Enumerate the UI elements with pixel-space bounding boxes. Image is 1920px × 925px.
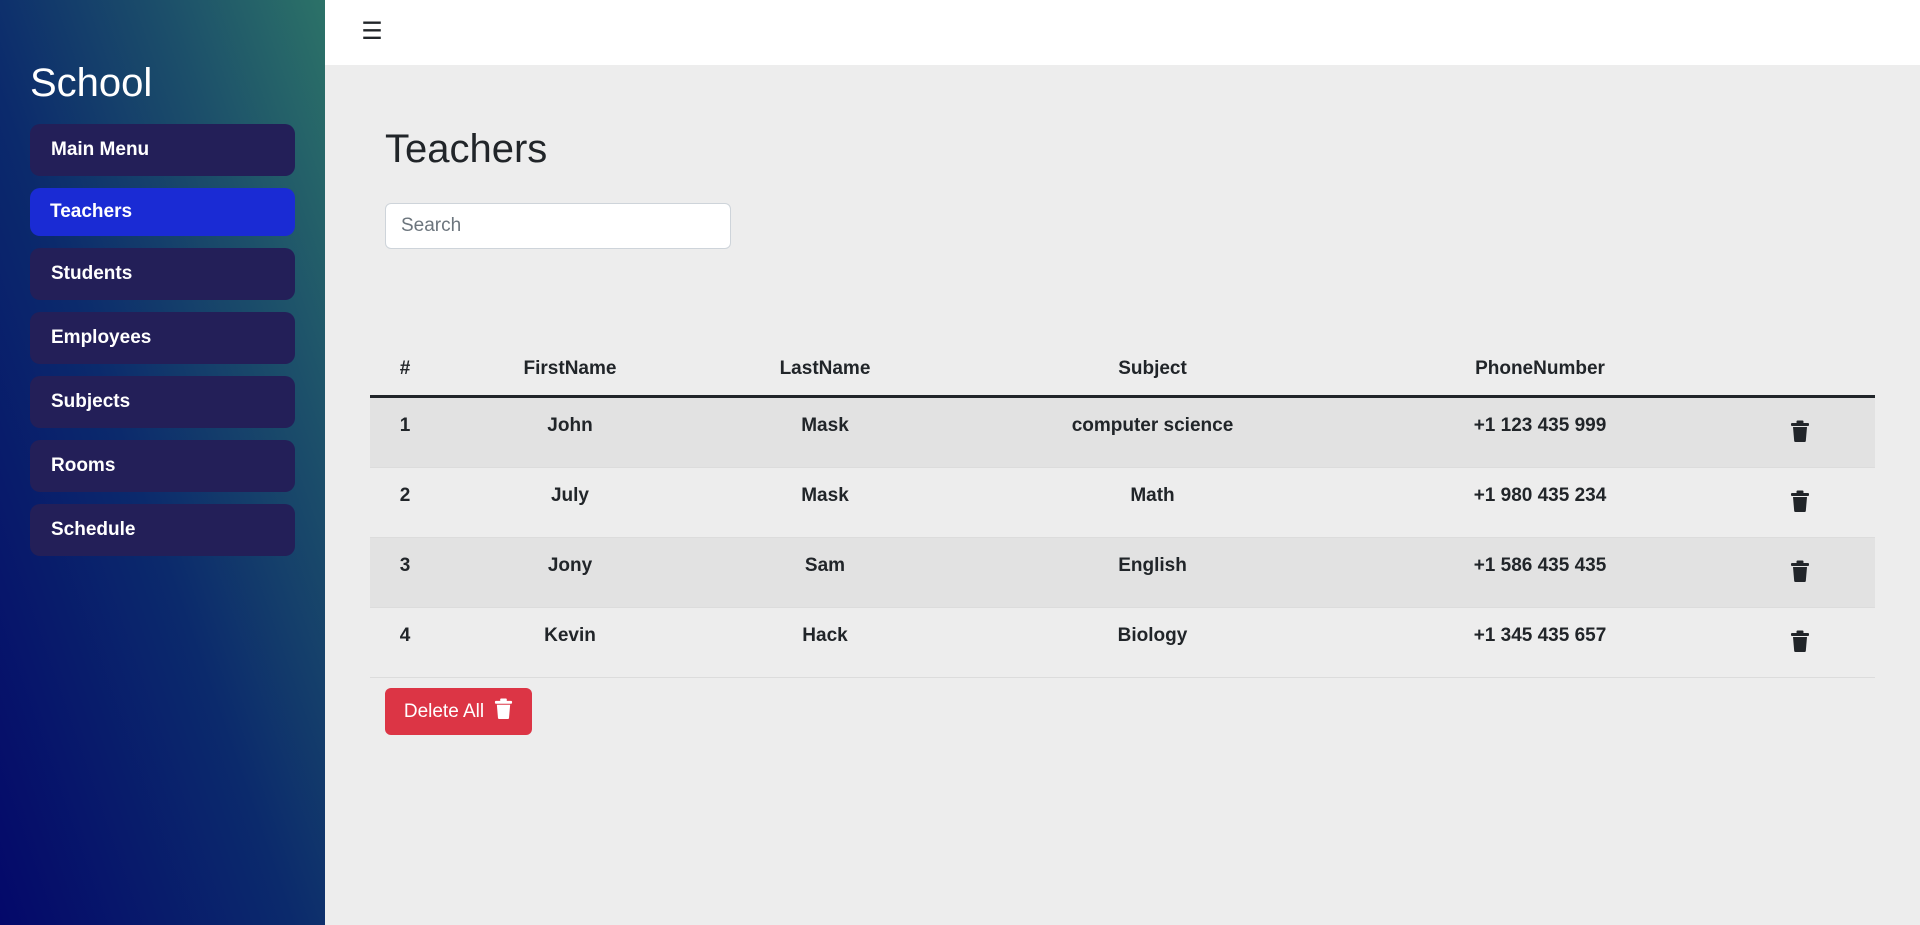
trash-icon[interactable]	[1790, 420, 1810, 442]
cell-subject-text: English	[1118, 554, 1187, 576]
sidebar-item-students[interactable]: Students	[30, 248, 295, 300]
cell-firstname: Kevin	[440, 607, 700, 678]
cell-id-text: 4	[399, 624, 411, 646]
delete-all-button[interactable]: Delete All	[385, 688, 532, 735]
sidebar-item-teachers[interactable]: Teachers	[30, 188, 295, 236]
cell-lastname-text: Mask	[801, 414, 849, 436]
cell-phone-text: +1 123 435 999	[1473, 414, 1607, 436]
table-row: 2 July Mask Math +1 980 435 234	[370, 467, 1875, 538]
cell-id-text: 3	[399, 554, 411, 576]
column-header-id: #	[370, 343, 440, 398]
cell-subject: computer science	[950, 396, 1355, 468]
cell-subject-text: Biology	[1117, 624, 1188, 646]
cell-firstname: John	[440, 396, 700, 468]
sidebar-item-label: Subjects	[51, 391, 131, 412]
sidebar-nav: Main Menu Teachers Students Employees Su…	[30, 124, 295, 556]
cell-firstname-text: John	[547, 414, 593, 436]
cell-phone-text: +1 345 435 657	[1473, 624, 1607, 646]
cell-id: 4	[370, 607, 440, 678]
sidebar: School Main Menu Teachers Students Emplo…	[0, 0, 325, 925]
cell-lastname: Hack	[700, 607, 950, 678]
table-header-row: # FirstName LastName Subject PhoneNumber	[370, 343, 1875, 398]
cell-lastname-text: Sam	[804, 554, 846, 576]
cell-actions	[1725, 467, 1875, 538]
trash-icon[interactable]	[1790, 490, 1810, 512]
cell-phone: +1 586 435 435	[1355, 537, 1725, 608]
column-header-actions	[1725, 343, 1875, 398]
brand-title: School	[30, 61, 153, 105]
cell-firstname-text: Jony	[547, 554, 593, 576]
cell-actions	[1725, 396, 1875, 468]
delete-all-label: Delete All	[403, 700, 485, 722]
sidebar-item-label: Employees	[51, 327, 152, 348]
cell-actions	[1725, 607, 1875, 678]
table-row: 3 Jony Sam English +1 586 435 435	[370, 537, 1875, 608]
cell-phone: +1 980 435 234	[1355, 467, 1725, 538]
sidebar-item-subjects[interactable]: Subjects	[30, 376, 295, 428]
sidebar-item-rooms[interactable]: Rooms	[30, 440, 295, 492]
cell-lastname: Mask	[700, 396, 950, 468]
column-header-phonenumber: PhoneNumber	[1355, 343, 1725, 398]
cell-subject-text: Math	[1130, 484, 1175, 506]
column-header-firstname: FirstName	[440, 343, 700, 398]
table-row: 1 John Mask computer science +1 123 435 …	[370, 396, 1875, 468]
sidebar-item-label: Main Menu	[51, 139, 150, 160]
trash-icon[interactable]	[1790, 630, 1810, 652]
cell-firstname-text: Kevin	[544, 624, 596, 646]
cell-subject: English	[950, 537, 1355, 608]
top-bar: ☰	[325, 0, 1920, 65]
cell-actions	[1725, 537, 1875, 608]
cell-id-text: 2	[399, 484, 411, 506]
hamburger-icon[interactable]: ☰	[360, 17, 384, 47]
cell-phone: +1 345 435 657	[1355, 607, 1725, 678]
cell-id: 1	[370, 396, 440, 468]
cell-lastname: Mask	[700, 467, 950, 538]
sidebar-item-label: Rooms	[51, 455, 116, 476]
cell-id-text: 1	[399, 414, 411, 436]
sidebar-item-label: Schedule	[51, 519, 136, 540]
sidebar-item-employees[interactable]: Employees	[30, 312, 295, 364]
cell-id: 3	[370, 537, 440, 608]
teachers-table: # FirstName LastName Subject PhoneNumber…	[370, 343, 1875, 678]
cell-firstname: July	[440, 467, 700, 538]
column-header-subject: Subject	[950, 343, 1355, 398]
cell-id: 2	[370, 467, 440, 538]
trash-icon	[494, 698, 513, 725]
cell-subject: Math	[950, 467, 1355, 538]
search-input[interactable]	[385, 203, 731, 249]
cell-firstname-text: July	[550, 484, 590, 506]
column-header-lastname: LastName	[700, 343, 950, 398]
sidebar-item-schedule[interactable]: Schedule	[30, 504, 295, 556]
sidebar-item-label: Teachers	[50, 201, 133, 222]
cell-phone-text: +1 980 435 234	[1473, 484, 1607, 506]
cell-lastname: Sam	[700, 537, 950, 608]
sidebar-item-main-menu[interactable]: Main Menu	[30, 124, 295, 176]
cell-firstname: Jony	[440, 537, 700, 608]
cell-phone-text: +1 586 435 435	[1473, 554, 1607, 576]
cell-phone: +1 123 435 999	[1355, 396, 1725, 468]
cell-lastname-text: Hack	[802, 624, 848, 646]
cell-lastname-text: Mask	[801, 484, 849, 506]
cell-subject: Biology	[950, 607, 1355, 678]
trash-icon[interactable]	[1790, 560, 1810, 582]
sidebar-item-label: Students	[51, 263, 133, 284]
table-row: 4 Kevin Hack Biology +1 345 435 657	[370, 607, 1875, 678]
main-content: Teachers # FirstName LastName Subject Ph…	[325, 65, 1920, 925]
page-title: Teachers	[385, 127, 548, 171]
cell-subject-text: computer science	[1071, 414, 1234, 436]
